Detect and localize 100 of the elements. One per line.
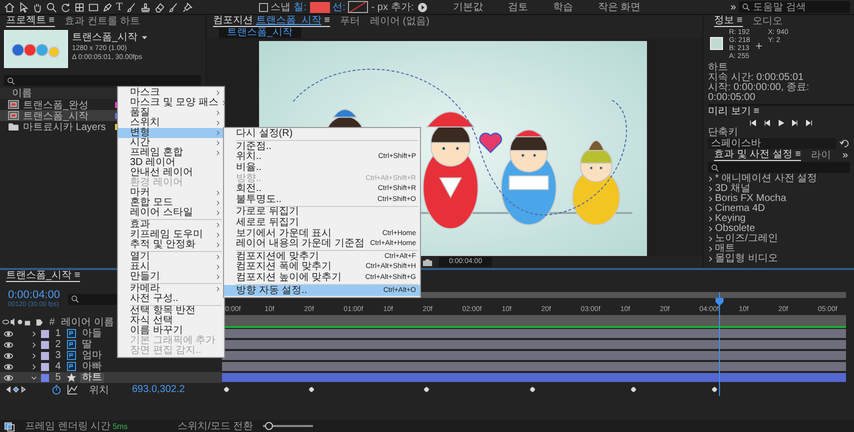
eye-icon[interactable] — [4, 342, 13, 348]
play-icon[interactable] — [777, 118, 785, 126]
keyframe-icon[interactable] — [224, 387, 230, 392]
menu-item[interactable]: 열기 — [118, 252, 224, 262]
stroke-swatch[interactable] — [348, 1, 368, 13]
keyframe-icon[interactable] — [530, 387, 536, 392]
rotate-tool-icon[interactable] — [60, 2, 71, 12]
keyframe-icon[interactable] — [630, 387, 636, 392]
eraser-tool-icon[interactable] — [154, 2, 165, 12]
menu-item[interactable]: 카메라 — [118, 284, 224, 294]
expand-caret-icon[interactable] — [31, 330, 37, 336]
eye-icon[interactable] — [4, 352, 13, 358]
first-frame-icon[interactable] — [749, 118, 757, 126]
effects-category[interactable]: 3D 채널 — [708, 184, 854, 194]
camera-icon[interactable] — [422, 256, 433, 268]
panel-tab[interactable]: 프로젝트 ≡ — [6, 15, 55, 27]
panel-tab[interactable]: 푸터 — [340, 16, 360, 26]
home-tool-icon[interactable] — [4, 2, 15, 12]
comp-mini-flowchart-icon[interactable] — [4, 420, 15, 432]
project-search-field[interactable] — [4, 75, 201, 86]
menu-item[interactable]: 마스크 — [118, 88, 224, 98]
layer-row[interactable]: 5 하트 — [0, 372, 222, 383]
last-frame-icon[interactable] — [805, 118, 813, 126]
effects-category[interactable]: 노이즈/그레인 — [708, 234, 854, 244]
graph-icon[interactable] — [67, 384, 78, 395]
reset-icon[interactable] — [839, 138, 850, 149]
menu-item[interactable]: 키프레임 도우미 — [118, 230, 224, 240]
stopwatch-icon[interactable] — [51, 384, 62, 395]
snap-checkbox[interactable] — [258, 2, 268, 12]
pin-tool-icon[interactable] — [182, 2, 193, 12]
panel-tab[interactable]: 레이어 (없음) — [370, 16, 430, 26]
property-value[interactable]: 693.0,302.2 — [132, 384, 185, 395]
previous-frame-icon[interactable] — [763, 118, 771, 126]
menu-item[interactable]: 추적 및 안정화 — [118, 240, 224, 250]
workspace-tab[interactable]: 학습 — [552, 0, 573, 14]
menu-item[interactable]: 기준점.. — [224, 142, 420, 152]
type-tool[interactable]: T — [116, 1, 123, 13]
menu-item[interactable]: 이름 바꾸기 — [118, 326, 224, 336]
menu-item[interactable]: 비율.. — [224, 162, 420, 174]
panel-tab[interactable]: 라이 — [810, 150, 831, 160]
menu-item[interactable]: 세로로 뒤집기 — [224, 218, 420, 228]
add-button-icon[interactable] — [416, 2, 428, 12]
work-area-bar[interactable] — [222, 316, 846, 328]
menu-item[interactable]: 가로로 뒤집기 — [224, 207, 420, 218]
fill-swatch[interactable] — [310, 2, 330, 12]
rect-tool-icon[interactable] — [88, 2, 99, 12]
effects-category[interactable]: 몰입형 비디오 — [708, 254, 854, 264]
expand-caret-icon[interactable] — [31, 342, 37, 348]
menu-item[interactable]: 혼합 모드 — [118, 198, 224, 208]
timecode[interactable]: 0:00:04:00 — [8, 289, 60, 301]
grid-tool-icon[interactable] — [74, 2, 85, 12]
effects-category[interactable]: * 애니메이션 사전 설정 — [708, 174, 854, 184]
next-frame-icon[interactable] — [791, 118, 799, 126]
menu-item[interactable]: 변형 — [118, 128, 224, 138]
keyframe-icon[interactable] — [712, 387, 718, 392]
workspace-tab[interactable]: 검토 — [508, 0, 528, 14]
menu-item[interactable]: 효과 — [118, 220, 224, 230]
panel-tab[interactable]: 오디오 — [752, 16, 783, 26]
menu-item[interactable]: 선택 항목 반전 — [118, 306, 224, 316]
menu-item[interactable]: 마커 — [118, 188, 224, 198]
menu-item[interactable]: 안내선 레이어 — [118, 168, 224, 178]
menu-item[interactable]: 프레임 혼합 — [118, 148, 224, 158]
timeline-tab[interactable]: 트랜스폼_시작 ≡ — [6, 270, 80, 282]
keyframe-icon[interactable] — [309, 387, 314, 392]
effects-category[interactable]: 매트 — [708, 244, 854, 254]
expand-caret-icon[interactable] — [31, 352, 37, 358]
panel-tab[interactable]: 효과 및 사전 설정 ≡ — [714, 149, 801, 161]
panel-tab[interactable]: 정보 ≡ — [714, 15, 743, 27]
keyframe-navigator-icon[interactable] — [6, 386, 26, 393]
more-workspaces[interactable]: » — [730, 2, 736, 12]
effects-category[interactable]: Boris FX Mocha — [708, 194, 854, 204]
stamp-tool-icon[interactable] — [140, 2, 151, 12]
expand-caret-icon[interactable] — [31, 364, 37, 370]
more-panels[interactable]: » — [842, 150, 848, 160]
menu-item[interactable]: 마스크 및 모양 패스 — [118, 98, 224, 108]
workspace-tab[interactable]: 기본값 — [452, 0, 483, 14]
eye-icon[interactable] — [4, 374, 13, 380]
menu-item[interactable]: 자식 선택 — [118, 316, 224, 326]
comp-view-tab[interactable]: 트랜스폼_시작 — [219, 27, 301, 38]
menu-item[interactable]: 스위치 — [118, 118, 224, 128]
help-search-field[interactable]: 도움말 검색 — [739, 1, 850, 13]
effects-category[interactable]: Keying — [708, 214, 854, 224]
menu-item[interactable]: 3D 레이어 — [118, 158, 224, 168]
brush-tool-icon[interactable] — [168, 2, 179, 12]
pointer-tool-icon[interactable] — [18, 2, 29, 12]
effects-category[interactable]: Obsolete — [708, 224, 854, 234]
menu-item[interactable]: 시간 — [118, 138, 224, 148]
hand-tool-icon[interactable] — [32, 2, 43, 12]
keyframe-icon[interactable] — [424, 387, 429, 392]
eye-icon[interactable] — [4, 330, 13, 336]
shortcut-dropdown[interactable]: 스페이스바 — [708, 138, 836, 149]
expand-caret-icon[interactable] — [31, 374, 37, 380]
slider-thumb[interactable] — [265, 422, 274, 430]
zoom-tool-icon[interactable] — [46, 2, 57, 12]
brush-tool-icon[interactable] — [126, 2, 137, 12]
dropdown-caret-icon[interactable] — [140, 34, 148, 40]
menu-item[interactable]: 만들기 — [118, 272, 224, 282]
effects-category[interactable]: Cinema 4D — [708, 204, 854, 214]
menu-item[interactable]: 다시 설정(R) — [224, 129, 420, 140]
pen-tool-icon[interactable] — [102, 2, 113, 12]
